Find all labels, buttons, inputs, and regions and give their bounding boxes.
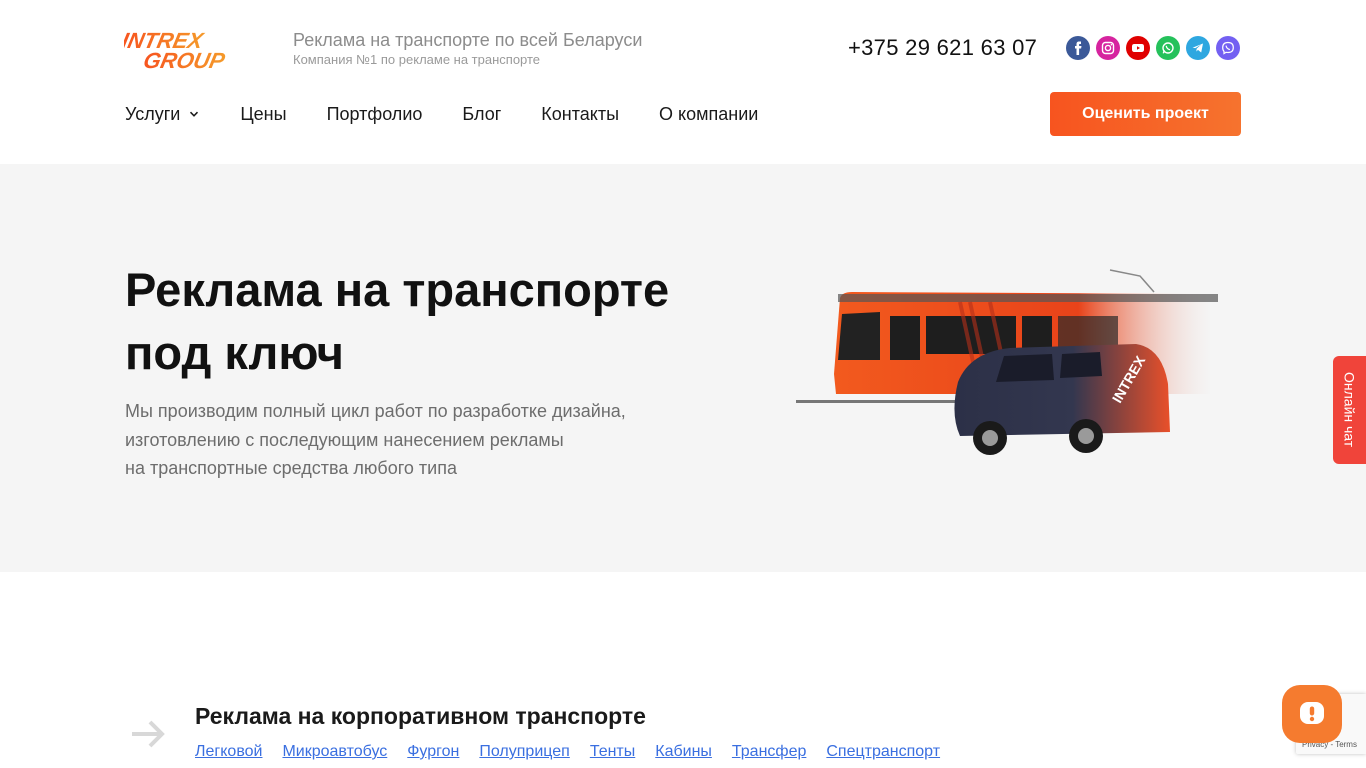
facebook-link[interactable] bbox=[1066, 36, 1090, 60]
tagline-block: Реклама на транспорте по всей Беларуси К… bbox=[293, 30, 642, 68]
viber-link[interactable] bbox=[1216, 36, 1240, 60]
service-link-car[interactable]: Легковой bbox=[195, 742, 262, 762]
arrow-right-icon bbox=[128, 714, 168, 754]
telegram-icon bbox=[1192, 43, 1203, 53]
svg-text:GROUP: GROUP bbox=[141, 48, 227, 73]
phone-link[interactable]: +375 29 621 63 07 bbox=[848, 34, 1037, 62]
chevron-down-icon bbox=[190, 111, 199, 117]
service-link-special[interactable]: Спецтранспорт bbox=[826, 742, 940, 762]
social-links bbox=[1066, 36, 1240, 60]
online-chat-label: Онлайн чат bbox=[1341, 372, 1358, 448]
hero-section: Реклама на транспорте под ключ Мы произв… bbox=[0, 164, 1366, 572]
service-link-tents[interactable]: Тенты bbox=[590, 742, 635, 762]
service-link-semitrailer[interactable]: Полуприцеп bbox=[479, 742, 569, 762]
whatsapp-link[interactable] bbox=[1156, 36, 1180, 60]
subtagline: Компания №1 по рекламе на транспорте bbox=[293, 52, 541, 67]
logo-icon: INTREX GROUP bbox=[124, 28, 227, 73]
chat-widget-button[interactable] bbox=[1282, 685, 1342, 743]
viber-icon bbox=[1222, 41, 1234, 55]
hero-description: Мы производим полный цикл работ по разра… bbox=[125, 397, 725, 483]
chat-icon bbox=[1300, 702, 1324, 724]
nav-item-prices[interactable]: Цены bbox=[240, 102, 286, 126]
instagram-icon bbox=[1101, 41, 1115, 55]
youtube-link[interactable] bbox=[1126, 36, 1150, 60]
nav-item-label: Услуги bbox=[125, 104, 181, 124]
tagline: Реклама на транспорте по всей Беларуси bbox=[293, 30, 643, 50]
tram-and-van-image: INTREX bbox=[796, 269, 1218, 455]
services-section-title: Реклама на корпоративном транспорте bbox=[195, 703, 646, 729]
service-link-minibus[interactable]: Микроавтобус bbox=[282, 742, 387, 762]
hero-vehicles-image: INTREX bbox=[790, 264, 1220, 479]
services-links: Легковой Микроавтобус Фургон Полуприцеп … bbox=[195, 742, 940, 762]
hero-title-line-1: Реклама на транспорте bbox=[125, 263, 670, 316]
hero-desc-line-2: изготовлению с последующим нанесением ре… bbox=[125, 429, 564, 450]
service-link-cabins[interactable]: Кабины bbox=[655, 742, 712, 762]
nav-item-portfolio[interactable]: Портфолио bbox=[327, 102, 423, 126]
nav-item-contacts[interactable]: Контакты bbox=[541, 102, 619, 126]
telegram-link[interactable] bbox=[1186, 36, 1210, 60]
service-link-transfer[interactable]: Трансфер bbox=[732, 742, 806, 762]
hero-title: Реклама на транспорте под ключ bbox=[125, 258, 765, 384]
whatsapp-icon bbox=[1162, 42, 1174, 54]
instagram-link[interactable] bbox=[1096, 36, 1120, 60]
evaluate-project-button[interactable]: Оценить проект bbox=[1050, 92, 1241, 136]
online-chat-tab[interactable]: Онлайн чат bbox=[1333, 356, 1366, 464]
hero-title-line-2: под ключ bbox=[125, 326, 344, 379]
youtube-icon bbox=[1132, 44, 1144, 52]
nav-item-about[interactable]: О компании bbox=[659, 102, 758, 126]
logo[interactable]: INTREX GROUP bbox=[124, 22, 256, 74]
service-link-van[interactable]: Фургон bbox=[407, 742, 459, 762]
site-header: INTREX GROUP Реклама на транспорте по вс… bbox=[0, 0, 1366, 164]
nav-item-services[interactable]: Услуги bbox=[125, 102, 200, 126]
nav-item-blog[interactable]: Блог bbox=[462, 102, 501, 126]
hero-desc-line-3: на транспортные средства любого типа bbox=[125, 458, 457, 478]
hero-desc-line-1: Мы производим полный цикл работ по разра… bbox=[125, 401, 626, 421]
main-nav: Услуги Цены Портфолио Блог Контакты О ко… bbox=[125, 102, 798, 126]
facebook-icon bbox=[1075, 41, 1082, 55]
